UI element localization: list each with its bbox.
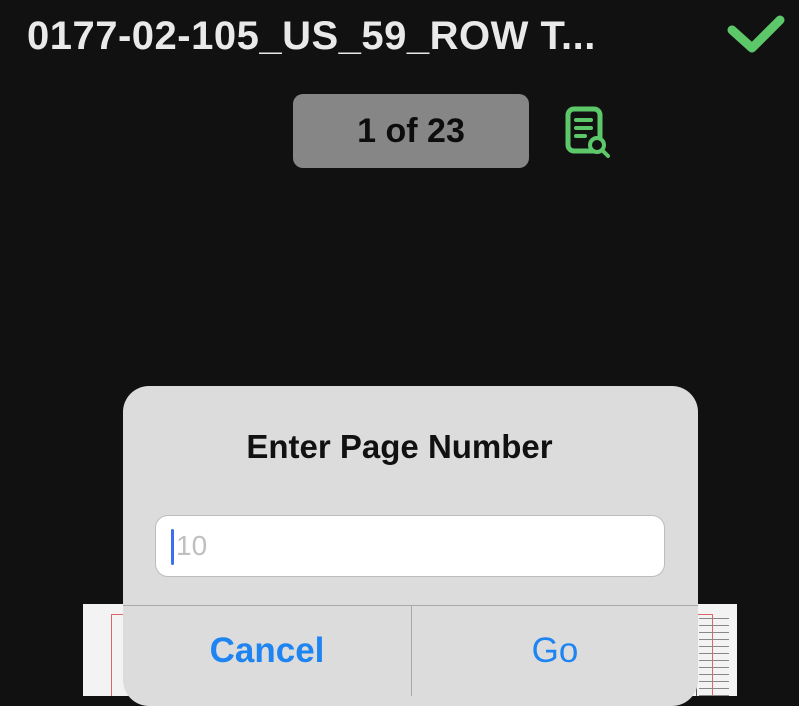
drawing-title-block	[696, 612, 731, 696]
document-title: 0177-02-105_US_59_ROW T...	[27, 14, 596, 58]
cancel-button[interactable]: Cancel	[123, 606, 411, 696]
text-cursor	[171, 529, 174, 565]
done-button[interactable]	[725, 12, 787, 58]
document-search-button[interactable]	[563, 105, 613, 159]
go-button[interactable]: Go	[412, 606, 698, 696]
dialog-title: Enter Page Number	[246, 428, 553, 465]
page-indicator-label: 1 of 23	[357, 111, 465, 150]
page-number-field-container	[155, 515, 665, 577]
document-search-icon	[565, 106, 610, 158]
page-number-input[interactable]	[172, 524, 656, 568]
page-indicator[interactable]: 1 of 23	[293, 94, 529, 168]
checkmark-icon	[727, 15, 785, 53]
